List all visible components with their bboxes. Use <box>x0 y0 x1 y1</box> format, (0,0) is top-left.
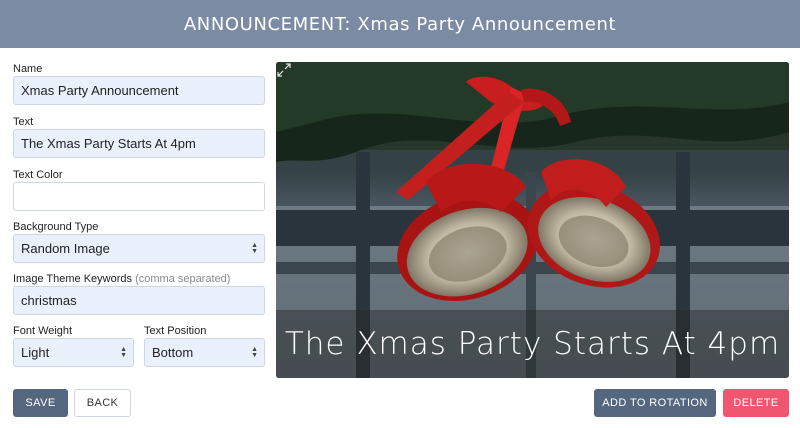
text-position-select[interactable]: Bottom ▲ ▼ <box>144 338 265 367</box>
page-header: ANNOUNCEMENT: Xmas Party Announcement <box>0 0 800 48</box>
background-type-select[interactable]: Random Image ▲ ▼ <box>13 234 265 263</box>
font-options-row: Font Weight Light ▲ ▼ Text Position Botto… <box>13 324 265 367</box>
image-keywords-input[interactable] <box>13 286 265 315</box>
background-type-label: Background Type <box>13 221 99 233</box>
font-weight-value: Light <box>21 345 50 360</box>
background-type-value: Random Image <box>21 241 110 256</box>
image-keywords-label: Image Theme Keywords (comma separated) <box>13 272 265 286</box>
image-keywords-hint: (comma separated) <box>135 273 231 285</box>
delete-button[interactable]: DELETE <box>723 389 789 417</box>
expand-icon[interactable] <box>276 62 292 78</box>
back-button[interactable]: BACK <box>74 389 131 417</box>
text-position-group: Text Position Bottom ▲ ▼ <box>144 324 265 367</box>
select-arrows-icon: ▲ ▼ <box>251 242 258 255</box>
text-position-label: Text Position <box>144 325 207 337</box>
announcement-preview: The Xmas Party Starts At 4pm <box>276 62 789 378</box>
text-color-label: Text Color <box>13 169 63 181</box>
preview-caption: The Xmas Party Starts At 4pm <box>284 326 781 362</box>
text-input[interactable] <box>13 129 265 158</box>
font-weight-select[interactable]: Light ▲ ▼ <box>13 338 134 367</box>
font-weight-group: Font Weight Light ▲ ▼ <box>13 324 134 367</box>
select-arrows-icon: ▲ ▼ <box>120 346 127 359</box>
image-keywords-label-text: Image Theme Keywords <box>13 273 133 285</box>
announcement-form: Name Text Text Color Background Type Ran… <box>13 62 265 367</box>
text-position-value: Bottom <box>152 345 194 360</box>
add-to-rotation-button[interactable]: ADD TO ROTATION <box>594 389 716 417</box>
name-label: Name <box>13 63 43 75</box>
text-color-input[interactable] <box>13 182 265 211</box>
caption-band: The Xmas Party Starts At 4pm <box>276 310 789 378</box>
page-title: ANNOUNCEMENT: Xmas Party Announcement <box>183 13 617 35</box>
name-input[interactable] <box>13 76 265 105</box>
text-label: Text <box>13 116 34 128</box>
font-weight-label: Font Weight <box>13 325 73 337</box>
select-arrows-icon: ▲ ▼ <box>251 346 258 359</box>
save-button[interactable]: SAVE <box>13 389 68 417</box>
